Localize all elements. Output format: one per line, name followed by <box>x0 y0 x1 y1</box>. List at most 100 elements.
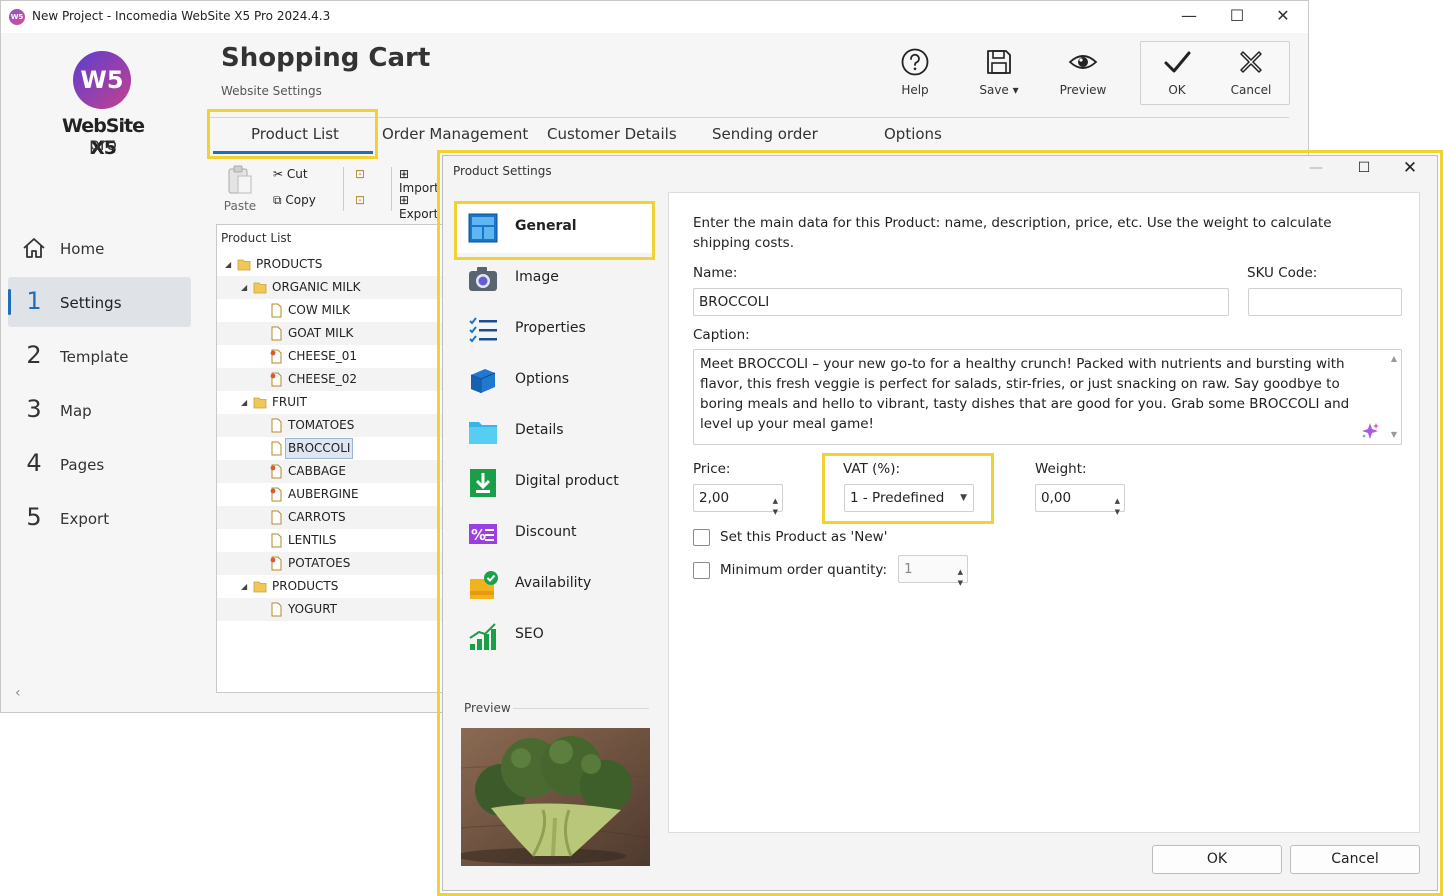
title-bar[interactable]: W5 New Project - Incomedia WebSite X5 Pr… <box>1 1 1308 33</box>
preview-button[interactable]: Preview <box>1051 47 1115 97</box>
check-icon <box>1164 51 1191 73</box>
minimize-button[interactable]: — <box>1166 1 1212 33</box>
product-icon <box>271 326 282 341</box>
nav-item-settings[interactable]: 1 Settings <box>8 277 191 327</box>
product-icon <box>271 441 282 456</box>
cancel-x-icon <box>1240 51 1262 73</box>
tree-folder-row[interactable]: ◢ FRUIT <box>217 391 453 414</box>
page-subtitle: Website Settings <box>221 84 322 98</box>
save-icon <box>987 50 1011 74</box>
tree-folder-row[interactable]: ◢ PRODUCTS <box>217 575 453 598</box>
folder-icon <box>253 581 267 593</box>
expand-toggle-icon[interactable]: ◢ <box>241 276 247 299</box>
maximize-button[interactable]: ☐ <box>1214 1 1260 33</box>
close-button[interactable]: ✕ <box>1260 1 1306 33</box>
tree-item-label: GOAT MILK <box>288 326 354 340</box>
ok-label: OK <box>1168 83 1186 97</box>
cancel-button[interactable]: Cancel <box>1219 47 1283 97</box>
export-label: Export <box>399 207 439 221</box>
tree-product-row[interactable]: BROCCOLI <box>217 437 453 460</box>
tree-product-row[interactable]: CHEESE_02 <box>217 368 453 391</box>
nav-item-map[interactable]: 3 Map <box>8 385 191 435</box>
product-icon <box>271 510 282 525</box>
ribbon-separator <box>343 167 344 211</box>
tree-item-label: TOMATOES <box>288 418 355 432</box>
collapse-sidebar-button[interactable]: ‹ <box>15 685 21 701</box>
product-variant-icon <box>270 372 282 387</box>
tree-folder-row[interactable]: ◢ PRODUCTS <box>217 253 453 276</box>
logo-edition: pro <box>89 135 117 155</box>
expand-toggle-icon[interactable]: ◢ <box>241 391 247 414</box>
tree-product-row[interactable]: YOGURT <box>217 598 453 621</box>
nav-number: 4 <box>26 449 42 477</box>
help-label: Help <box>901 83 929 97</box>
help-icon <box>901 48 929 76</box>
tree-product-row[interactable]: TOMATOES <box>217 414 453 437</box>
nav-number: 2 <box>26 341 42 369</box>
tree-item-label: CARROTS <box>288 510 346 524</box>
product-logo: W5 WebSite X5 pro <box>51 51 155 161</box>
paste-label: Paste <box>223 199 257 213</box>
ok-button[interactable]: OK <box>1145 47 1209 97</box>
tree-product-row[interactable]: CHEESE_01 <box>217 345 453 368</box>
paste-button[interactable]: Paste <box>221 163 259 213</box>
nav-number: 3 <box>26 395 42 423</box>
tab-sending-order[interactable]: Sending order <box>712 125 818 143</box>
product-list-header: Product List <box>221 231 292 245</box>
folder-icon <box>237 259 251 271</box>
import-icon: ⊞ <box>399 167 410 181</box>
help-button[interactable]: Help <box>883 47 947 97</box>
tree-item-label: AUBERGINE <box>288 487 359 501</box>
product-variant-icon <box>270 487 282 502</box>
tree-folder-row[interactable]: ◢ ORGANIC MILK <box>217 276 453 299</box>
cancel-label: Cancel <box>1230 83 1272 97</box>
product-tree[interactable]: ◢ PRODUCTS ◢ ORGANIC MILK COW MILK GOAT MILK C… <box>217 253 453 621</box>
tree-item-label: CABBAGE <box>288 464 346 478</box>
nav-label: Pages <box>60 456 105 474</box>
nav-label: Export <box>60 510 110 528</box>
tree-item-label: PRODUCTS <box>256 257 323 271</box>
tree-product-row[interactable]: COW MILK <box>217 299 453 322</box>
folder-icon <box>253 397 267 409</box>
move-down-button[interactable]: ⊡ <box>355 193 365 207</box>
product-icon <box>271 602 282 617</box>
nav-item-export[interactable]: 5 Export <box>8 493 191 543</box>
tree-product-row[interactable]: CABBAGE <box>217 460 453 483</box>
highlight-frame-dialog <box>437 150 1443 896</box>
tree-item-label: CHEESE_02 <box>288 372 358 386</box>
export-icon: ⊞ <box>399 193 410 207</box>
tree-product-row[interactable]: POTATOES <box>217 552 453 575</box>
copy-icon: ⧉ <box>273 193 282 207</box>
cut-button[interactable]: ✂ Cut <box>273 167 308 181</box>
tree-product-row[interactable]: GOAT MILK <box>217 322 453 345</box>
tree-item-label: CHEESE_01 <box>288 349 358 363</box>
nav-item-home[interactable]: Home <box>8 223 191 273</box>
expand-toggle-icon[interactable]: ◢ <box>225 253 231 276</box>
save-button[interactable]: Save ▾ <box>967 47 1031 97</box>
preview-label: Preview <box>1059 83 1107 97</box>
tab-customer-details[interactable]: Customer Details <box>547 125 677 143</box>
tree-product-row[interactable]: AUBERGINE <box>217 483 453 506</box>
copy-label: Copy <box>285 193 316 207</box>
main-nav: Home 1 Settings 2 Template 3 Map 4 Pages… <box>8 223 191 547</box>
tree-product-row[interactable]: LENTILS <box>217 529 453 552</box>
product-icon <box>271 533 282 548</box>
page-title: Shopping Cart <box>221 43 431 73</box>
product-icon <box>271 418 282 433</box>
app-logo-icon: W5 <box>9 9 25 25</box>
nav-item-template[interactable]: 2 Template <box>8 331 191 381</box>
copy-button[interactable]: ⧉ Copy <box>273 193 316 208</box>
nav-item-pages[interactable]: 4 Pages <box>8 439 191 489</box>
home-icon <box>23 238 45 258</box>
move-up-button[interactable]: ⊡ <box>355 167 365 181</box>
tab-options[interactable]: Options <box>884 125 942 143</box>
screen: W5 New Project - Incomedia WebSite X5 Pr… <box>0 0 1443 896</box>
tab-order-management[interactable]: Order Management <box>382 125 528 143</box>
save-label: Save ▾ <box>979 83 1019 97</box>
nav-number: 1 <box>26 287 42 315</box>
tree-item-label: FRUIT <box>272 395 307 409</box>
expand-toggle-icon[interactable]: ◢ <box>241 575 247 598</box>
tree-item-label: BROCCOLI <box>285 438 354 459</box>
tree-item-label: LENTILS <box>288 533 337 547</box>
tree-product-row[interactable]: CARROTS <box>217 506 453 529</box>
